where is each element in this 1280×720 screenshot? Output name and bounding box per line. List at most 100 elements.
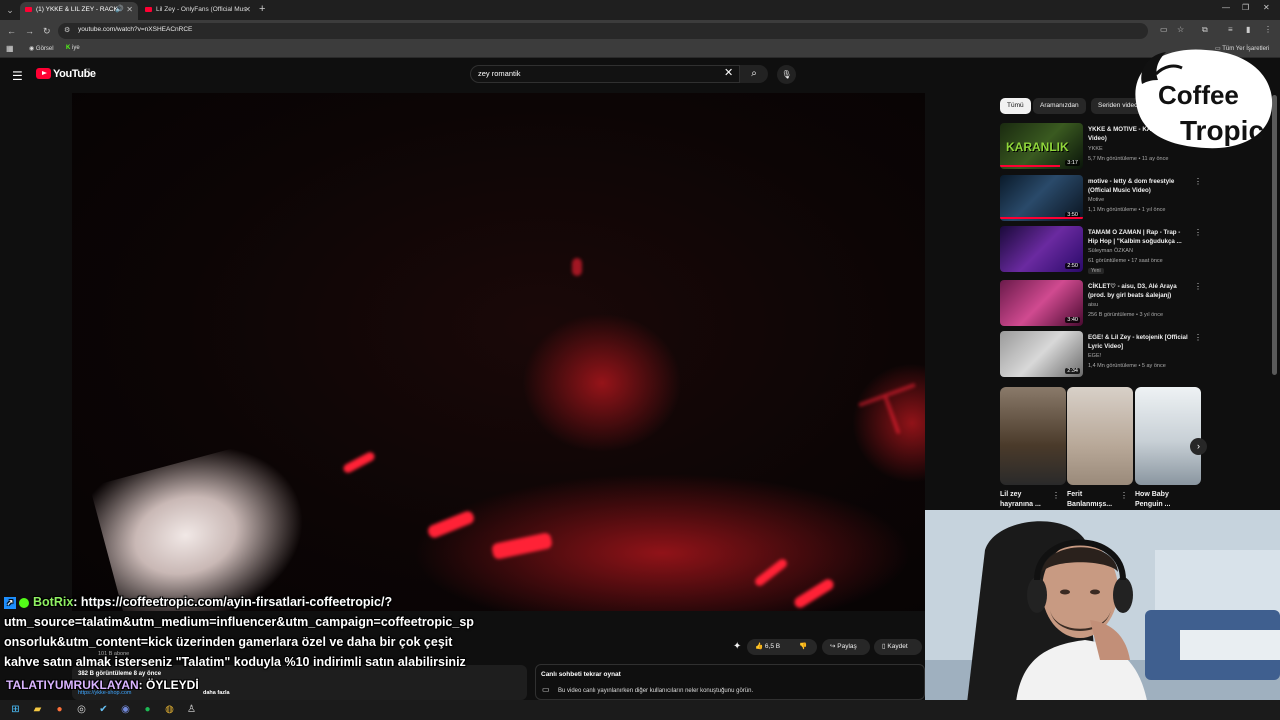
recommendation-item[interactable]: 3:50 motive - letty & dom freestyle (Off…: [1000, 175, 1202, 223]
search-button[interactable]: ⌕: [740, 65, 768, 83]
maximize-button[interactable]: ❐: [1242, 3, 1249, 12]
video-thumbnail[interactable]: 2:34: [1000, 331, 1083, 377]
more-options-icon[interactable]: ⋮: [1120, 491, 1128, 500]
site-info-icon[interactable]: ⚙: [64, 26, 70, 34]
shorts-thumbnail[interactable]: [1000, 387, 1066, 485]
more-options-icon[interactable]: ⋮: [1194, 282, 1202, 291]
channel-name[interactable]: EGE!: [1088, 353, 1101, 359]
cast-icon[interactable]: ▭: [1160, 25, 1168, 34]
file-explorer-icon[interactable]: ▰: [30, 702, 45, 717]
new-tab-button[interactable]: +: [259, 3, 265, 15]
chrome-icon[interactable]: ◍: [162, 702, 177, 717]
video-title[interactable]: CİKLET♡ - aisu, D3, Alé Araya (prod. by …: [1088, 282, 1188, 300]
description-more[interactable]: daha fazla: [203, 690, 230, 696]
video-thumbnail[interactable]: 3:50: [1000, 175, 1083, 221]
watch-progress: [1000, 217, 1083, 219]
video-title[interactable]: TAMAM O ZAMAN | Rap - Trap - Hip Hop | "…: [1088, 228, 1188, 246]
profile-icon[interactable]: ▮: [1246, 25, 1250, 34]
bookmarks-bar: [0, 42, 1280, 58]
recommendation-item[interactable]: 2:50 TAMAM O ZAMAN | Rap - Trap - Hip Ho…: [1000, 226, 1202, 274]
bot-message-line-4: kahve satın almak isterseniz "Talatim" k…: [4, 655, 466, 669]
more-options-icon[interactable]: ⋮: [1194, 177, 1202, 186]
tab-active[interactable]: (1) YKKE & LIL ZEY - RACK 🔊 ✕: [20, 2, 138, 20]
discord-icon[interactable]: ◉: [118, 702, 133, 717]
menu-icon[interactable]: ⋮: [1264, 25, 1272, 34]
search-query: zey romantik: [478, 69, 521, 78]
voice-search-button[interactable]: 🎙: [777, 65, 796, 84]
like-dislike-button[interactable]: 👍 6,5 B 👎: [747, 639, 817, 655]
bot-message-line-2: utm_source=talatim&utm_medium=influencer…: [4, 615, 474, 629]
duration-badge: 2:34: [1065, 368, 1080, 374]
shorts-title[interactable]: Ferit Banlanmışs...: [1067, 490, 1121, 510]
recommendation-item[interactable]: 2:34 EGE! & Lil Zey - ketojenik [Officia…: [1000, 331, 1202, 379]
search-icon: ⌕: [751, 68, 757, 79]
bookmark-star-icon[interactable]: ☆: [1177, 25, 1184, 34]
video-title[interactable]: motive - letty & dom freestyle (Official…: [1088, 177, 1188, 195]
close-tab-icon[interactable]: ✕: [126, 2, 133, 18]
shorts-thumbnail[interactable]: [1067, 387, 1133, 485]
shorts-thumbnail[interactable]: [1135, 387, 1201, 485]
video-thumbnail[interactable]: 3:40: [1000, 280, 1083, 326]
forward-icon[interactable]: →: [25, 26, 34, 36]
thumbs-down-icon[interactable]: 👎: [799, 639, 807, 655]
description-views: 382 B görüntüleme 8 ay önce: [78, 671, 162, 677]
chat-replay-box[interactable]: [535, 664, 925, 700]
channel-name[interactable]: Süleyman ÖZKAN: [1088, 248, 1133, 254]
video-player[interactable]: [72, 93, 925, 611]
speaker-icon[interactable]: 🔊: [115, 2, 124, 18]
back-icon[interactable]: ←: [7, 26, 16, 36]
chip-from-search[interactable]: Aramanızdan: [1033, 98, 1086, 114]
video-meta: 5,7 Mn görüntüleme • 11 ay önce: [1088, 156, 1169, 162]
youtube-logo-icon[interactable]: [36, 68, 51, 79]
recommendation-item[interactable]: 3:40 CİKLET♡ - aisu, D3, Alé Araya (prod…: [1000, 280, 1202, 328]
windows-start-icon[interactable]: ⊞: [8, 702, 23, 717]
tab-second[interactable]: Lil Zey - OnlyFans (Official Mus ✕: [140, 2, 256, 20]
more-options-icon[interactable]: ⋮: [1052, 491, 1060, 500]
youtube-favicon-icon: [145, 7, 152, 12]
firefox-icon[interactable]: ●: [52, 702, 67, 717]
share-button[interactable]: ↪ Paylaş: [822, 639, 870, 655]
obs-icon[interactable]: ◎: [74, 702, 89, 717]
video-title[interactable]: EGE! & Lil Zey - ketojenik [Official Lyr…: [1088, 333, 1188, 351]
close-tab-icon[interactable]: ✕: [244, 2, 251, 18]
steam-icon[interactable]: ✔: [96, 702, 111, 717]
shorts-next-icon[interactable]: ›: [1190, 438, 1207, 455]
address-bar[interactable]: [58, 23, 1148, 39]
channel-name[interactable]: Motive: [1088, 197, 1104, 203]
logo-word-1: Coffee: [1158, 80, 1239, 110]
clear-search-icon[interactable]: ✕: [724, 66, 733, 79]
webcam-overlay: [925, 510, 1280, 720]
like-count: 6,5 B: [764, 643, 781, 650]
shorts-title[interactable]: How Baby Penguin ...: [1135, 490, 1189, 510]
tab-groups-icon[interactable]: ≡: [1228, 25, 1233, 34]
spotify-icon[interactable]: ●: [140, 702, 155, 717]
sparkle-icon[interactable]: ✦: [733, 641, 741, 652]
video-meta: 61 görüntüleme • 17 saat önce: [1088, 258, 1163, 264]
extensions-icon[interactable]: ⧉: [1202, 25, 1208, 35]
channel-name[interactable]: aisu: [1088, 302, 1098, 308]
apps-icon[interactable]: ▦: [6, 44, 14, 53]
channel-name[interactable]: YKKE: [1088, 146, 1103, 152]
video-thumbnail[interactable]: KARANLIK 3:17: [1000, 123, 1083, 169]
close-window-button[interactable]: ✕: [1263, 3, 1270, 12]
bookmark-iye[interactable]: K iye: [66, 45, 80, 51]
video-thumbnail[interactable]: 2:50: [1000, 226, 1083, 272]
save-button[interactable]: ▯ Kaydet: [874, 639, 922, 655]
save-label: Kaydet: [887, 643, 908, 650]
more-options-icon[interactable]: ⋮: [1194, 333, 1202, 342]
shorts-title[interactable]: Lil zey hayranına ...: [1000, 490, 1054, 510]
tab-search-icon[interactable]: ⌄: [3, 3, 17, 17]
chat-text: : ÖYLEYDİ: [138, 678, 199, 692]
app-icon[interactable]: ♙: [184, 702, 199, 717]
video-glow: [522, 313, 682, 453]
bookmark-gorsel[interactable]: ◉ Görsel: [29, 45, 54, 52]
coffee-tropic-logo-graphic: Coffee Tropic: [1135, 49, 1273, 149]
thumbs-up-icon[interactable]: 👍: [755, 643, 763, 650]
chip-all[interactable]: Tümü: [1000, 98, 1031, 114]
more-options-icon[interactable]: ⋮: [1194, 228, 1202, 237]
bot-username: BotRix: [33, 595, 74, 609]
reload-icon[interactable]: ↻: [43, 26, 51, 37]
new-badge: Yeni: [1088, 268, 1104, 274]
minimize-button[interactable]: —: [1222, 3, 1230, 12]
hamburger-menu-icon[interactable]: ☰: [12, 69, 23, 83]
